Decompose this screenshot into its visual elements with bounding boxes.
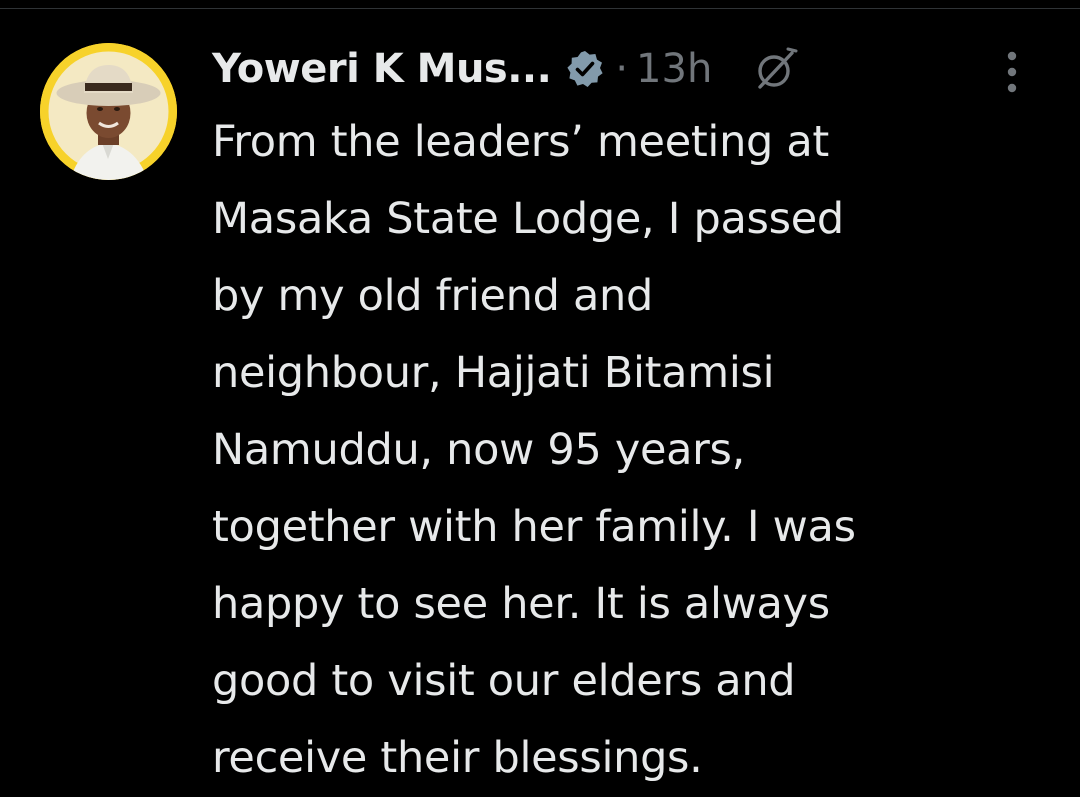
tweet-timestamp[interactable]: 13h [636,46,712,92]
grok-icon[interactable] [752,45,800,93]
more-vertical-icon[interactable] [1000,50,1024,94]
tweet-text: From the leaders’ meeting at Masaka Stat… [212,117,856,783]
verified-badge-icon[interactable] [565,49,605,89]
author-display-name[interactable]: Yoweri K Mus... [212,46,552,92]
author-avatar[interactable] [40,43,177,180]
tweet[interactable]: Yoweri K Mus... · 13h From the leaders’ … [0,0,1080,797]
avatar-photo [40,43,177,180]
tweet-header: Yoweri K Mus... · 13h [212,40,1052,98]
header-separator: · [615,46,629,92]
